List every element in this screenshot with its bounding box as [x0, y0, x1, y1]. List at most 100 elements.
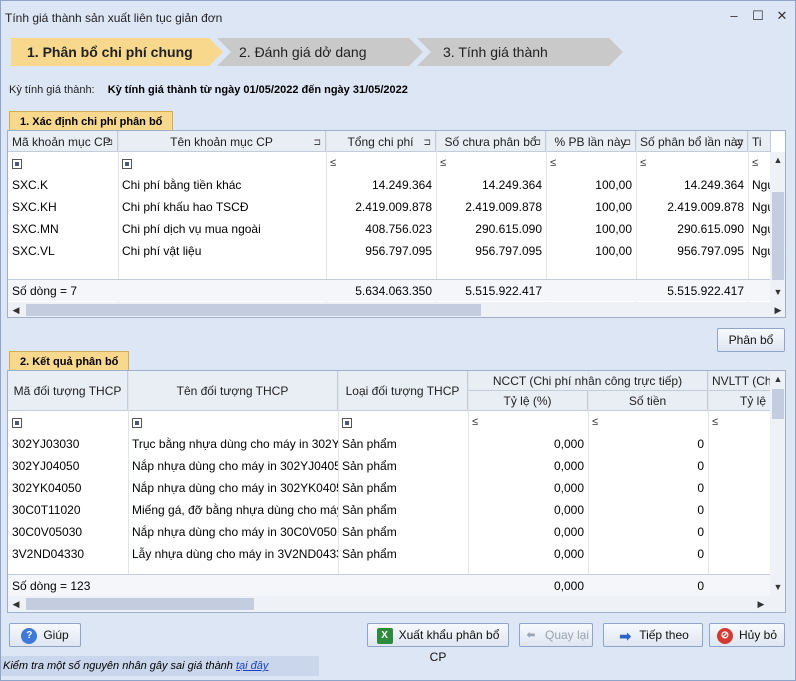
table-row[interactable]: SXC.KH Chi phí khấu hao TSCĐ 2.419.009.8…	[8, 196, 771, 218]
filter-ncct-amount[interactable]: ≤	[588, 411, 708, 433]
table-row[interactable]: 302YK04050 Nắp nhựa dùng cho máy in 302Y…	[8, 477, 771, 499]
row-count: Số dòng = 123	[12, 579, 91, 593]
filter-icon	[12, 158, 22, 169]
row-count: Số dòng = 7	[12, 284, 78, 298]
col-object-type[interactable]: Loại đối tượng THCP	[338, 371, 468, 411]
filter-allocated[interactable]: ≤	[636, 152, 748, 174]
col-cost-code[interactable]: Mã khoản mục CP ⊐	[8, 131, 118, 152]
sum-total: 5.634.063.350	[355, 284, 432, 298]
col-group-nvltt[interactable]: NVLTT (Ch	[708, 371, 771, 391]
col-allocated[interactable]: Số phân bổ lần này ⊐	[636, 131, 748, 152]
filter-cost-code[interactable]	[8, 152, 118, 174]
filter-ncct-rate[interactable]: ≤	[468, 411, 588, 433]
grid1-filter-row: ≤ ≤ ≤ ≤ ≤	[8, 152, 771, 174]
col-next[interactable]: Ti	[748, 131, 771, 152]
period-value: Kỳ tính giá thành từ ngày 01/05/2022 đến…	[107, 84, 408, 96]
filter-unallocated[interactable]: ≤	[436, 152, 546, 174]
allocate-button[interactable]: Phân bổ	[717, 328, 785, 352]
sum-unallocated: 5.515.922.417	[465, 284, 542, 298]
pin-icon[interactable]: ⊐	[313, 131, 321, 151]
section1-tab[interactable]: 1. Xác định chi phí phân bổ	[9, 111, 174, 131]
step-evaluate-wip[interactable]: 2. Đánh giá dở dang	[217, 38, 423, 66]
col-nvltt-rate[interactable]: Tỷ lệ	[708, 391, 771, 411]
minimize-icon[interactable]: –	[727, 9, 741, 23]
grid1-footer: Số dòng = 7 5.634.063.350 5.515.922.417 …	[8, 279, 771, 301]
pin-icon[interactable]: ⊐	[423, 131, 431, 151]
col-cost-name[interactable]: Tên khoản mục CP ⊐	[118, 131, 326, 152]
scroll-right-icon[interactable]: ▶	[770, 302, 785, 317]
grid2-footer: Số dòng = 123 0,000 0	[8, 574, 771, 596]
status-text: Kiểm tra một số nguyên nhân gây sai giá …	[3, 660, 236, 672]
step-calculate-cost[interactable]: 3. Tính giá thành	[417, 38, 623, 66]
section2-tab[interactable]: 2. Kết quả phân bổ	[9, 351, 130, 371]
allocation-result-grid: Mã đối tượng THCP Tên đối tượng THCP Loạ…	[7, 370, 786, 613]
scroll-left-icon[interactable]: ◀	[8, 302, 24, 317]
filter-cost-name[interactable]	[118, 152, 326, 174]
filter-icon	[132, 417, 142, 428]
period-label: Kỳ tính giá thành:	[9, 84, 95, 96]
filter-object-code[interactable]	[8, 411, 128, 433]
title-bar: Tính giá thành sản xuất liên tục giản đơ…	[1, 1, 795, 35]
table-row[interactable]: 30C0V05030 Nắp nhựa dùng cho máy in 30C0…	[8, 521, 771, 543]
status-link[interactable]: tại đây	[236, 660, 268, 672]
filter-object-type[interactable]	[338, 411, 468, 433]
cancel-icon: ⊘	[716, 627, 733, 644]
col-ncct-amount[interactable]: Số tiền	[588, 391, 708, 411]
window-controls: – ☐ ✕	[727, 9, 789, 23]
help-button[interactable]: ? Giúp	[9, 623, 81, 647]
col-total-cost[interactable]: Tổng chi phí ⊐	[326, 131, 436, 152]
scroll-right-icon[interactable]: ▶	[753, 596, 769, 612]
close-icon[interactable]: ✕	[775, 9, 789, 23]
table-row[interactable]: 30C0T11020 Miếng gá, đỡ bằng nhựa dùng c…	[8, 499, 771, 521]
scroll-left-icon[interactable]: ◀	[8, 596, 24, 612]
grid2-header: Mã đối tượng THCP Tên đối tượng THCP Loạ…	[8, 371, 785, 411]
step-allocate-cost[interactable]: 1. Phân bổ chi phí chung	[11, 38, 223, 66]
filter-icon	[122, 158, 132, 169]
scroll-up-icon[interactable]: ▲	[770, 371, 785, 387]
sum-amount: 0	[697, 579, 704, 593]
pin-icon[interactable]: ⊐	[105, 131, 113, 151]
scroll-down-icon[interactable]: ▼	[770, 579, 785, 595]
excel-icon: X	[376, 627, 393, 644]
col-percent[interactable]: % PB lần này ⊐	[546, 131, 636, 152]
arrow-left-icon: ⬅	[526, 629, 536, 641]
filter-object-name[interactable]	[128, 411, 338, 433]
period-info: Kỳ tính giá thành: Kỳ tính giá thành từ …	[9, 84, 408, 96]
wizard-steps: 1. Phân bổ chi phí chung 2. Đánh giá dở …	[11, 38, 791, 66]
scroll-up-icon[interactable]: ▲	[770, 152, 785, 168]
pin-icon[interactable]: ⊐	[533, 131, 541, 151]
grid1-header: Mã khoản mục CP ⊐ Tên khoản mục CP ⊐ Tổng …	[8, 131, 785, 152]
scroll-down-icon[interactable]: ▼	[770, 284, 785, 300]
table-row[interactable]: SXC.K Chi phí bằng tiền khác 14.249.364 …	[8, 174, 771, 196]
pin-icon[interactable]: ⊐	[735, 131, 743, 151]
grid2-hscroll[interactable]: ◀ ▶	[8, 596, 785, 612]
pin-icon[interactable]: ⊐	[623, 131, 631, 151]
status-bar: Kiểm tra một số nguyên nhân gây sai giá …	[1, 656, 319, 676]
next-button[interactable]: ➡ Tiếp theo	[603, 623, 703, 647]
table-row[interactable]: 302YJ03030 Trục bằng nhựa dùng cho máy i…	[8, 433, 771, 455]
table-row[interactable]: 302YJ04050 Nắp nhựa dùng cho máy in 302Y…	[8, 455, 771, 477]
cancel-button[interactable]: ⊘ Hủy bỏ	[709, 623, 785, 647]
grid1-vscroll[interactable]: ▲ ▼	[770, 152, 785, 302]
arrow-right-icon: ➡	[619, 627, 632, 644]
filter-nvltt-rate[interactable]: ≤	[708, 411, 771, 433]
help-icon: ?	[21, 627, 38, 644]
sum-allocated: 5.515.922.417	[667, 284, 744, 298]
window-title: Tính giá thành sản xuất liên tục giản đơ…	[5, 11, 223, 25]
col-object-code[interactable]: Mã đối tượng THCP	[8, 371, 128, 411]
table-row[interactable]: 3V2ND04330 Lẫy nhựa dùng cho máy in 3V2N…	[8, 543, 771, 565]
sum-rate: 0,000	[553, 579, 584, 593]
col-ncct-rate[interactable]: Tỷ lệ (%)	[468, 391, 588, 411]
maximize-icon[interactable]: ☐	[751, 9, 765, 23]
col-unallocated[interactable]: Số chưa phân bổ ⊐	[436, 131, 546, 152]
table-row[interactable]: SXC.VL Chi phí vật liệu 956.797.095 956.…	[8, 240, 771, 262]
filter-next[interactable]: ≤	[748, 152, 771, 174]
filter-total[interactable]: ≤	[326, 152, 436, 174]
grid1-hscroll[interactable]: ◀ ▶	[8, 302, 785, 317]
grid2-vscroll[interactable]: ▲ ▼	[770, 371, 785, 596]
export-button[interactable]: X Xuất khẩu phân bổ CP	[367, 623, 509, 664]
filter-percent[interactable]: ≤	[546, 152, 636, 174]
table-row[interactable]: SXC.MN Chi phí dịch vụ mua ngoài 408.756…	[8, 218, 771, 240]
col-object-name[interactable]: Tên đối tượng THCP	[128, 371, 338, 411]
back-button[interactable]: ⬅ Quay lại	[519, 623, 593, 647]
